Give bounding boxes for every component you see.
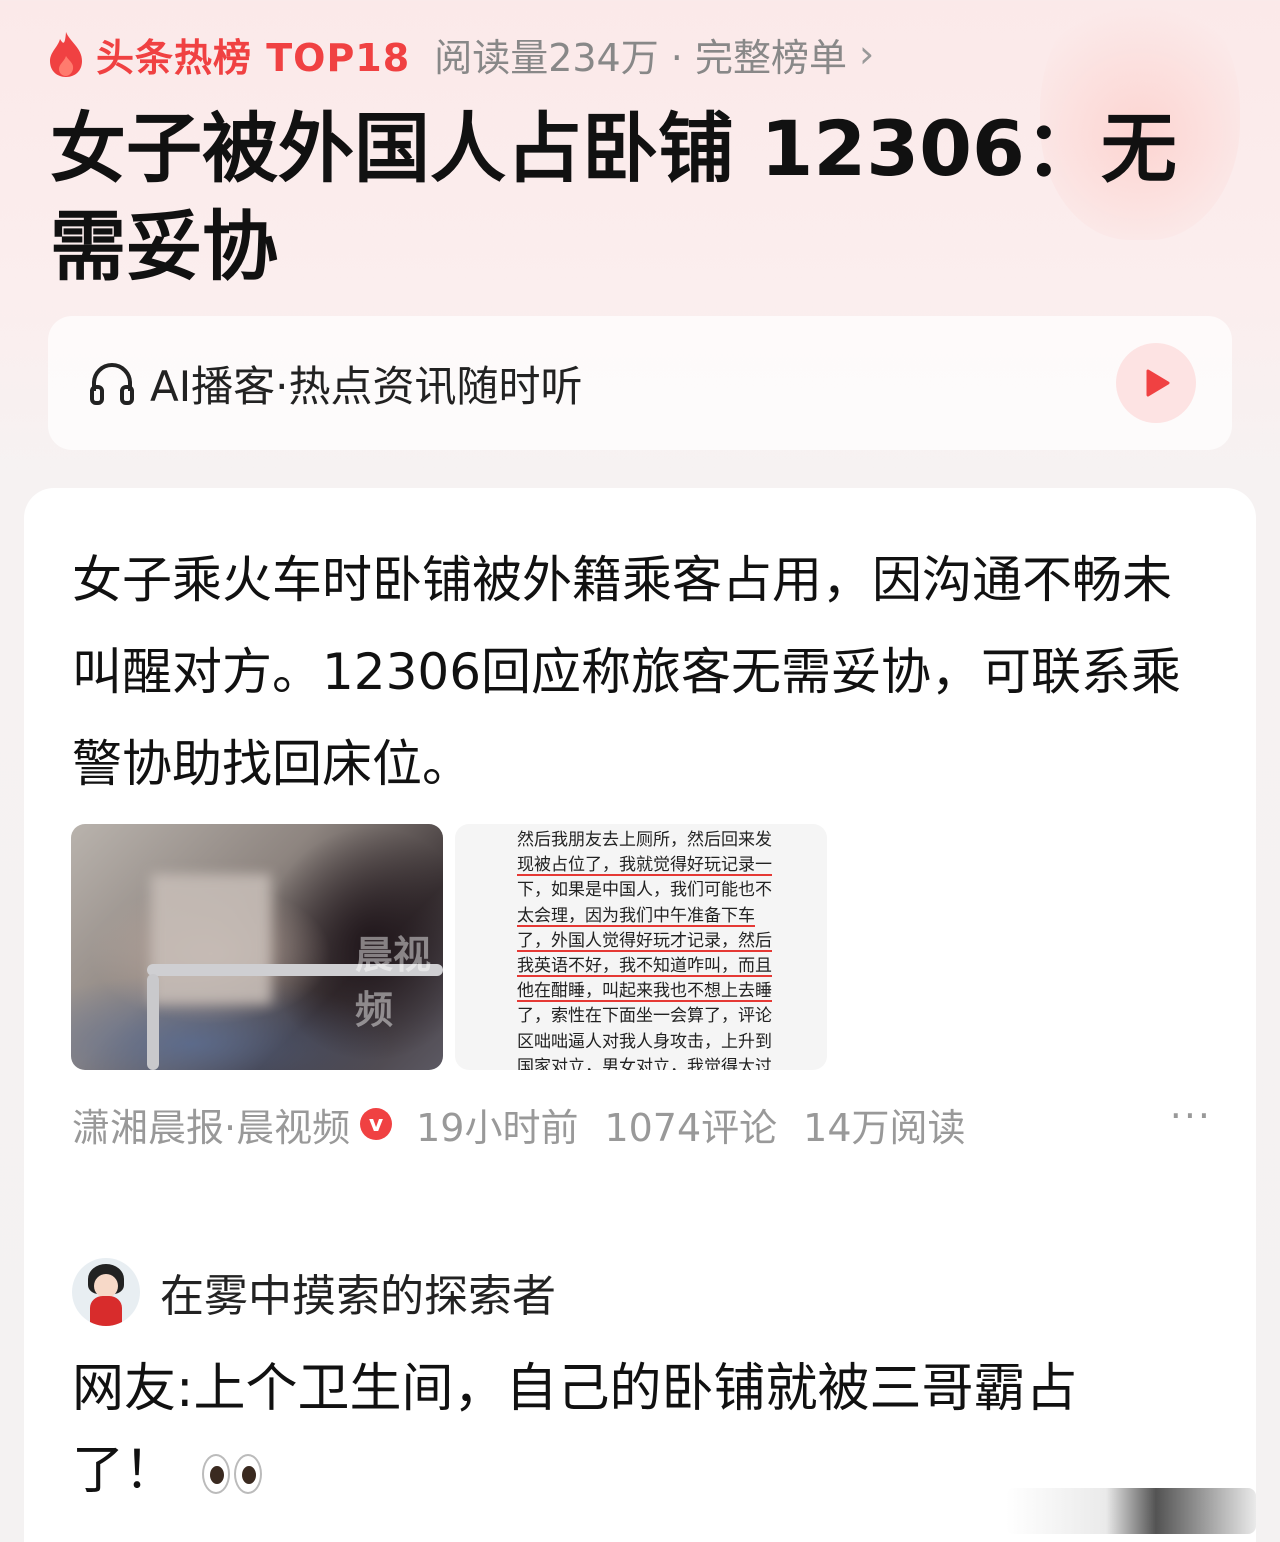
screenshot-text-line: 了，外国人觉得好玩才记录，然后 [517, 930, 772, 951]
screenshot-text-line: 他在酣睡，叫起来我也不想上去睡 [517, 981, 772, 1002]
source-name[interactable]: 潇湘晨报·晨视频 [72, 1097, 350, 1152]
screenshot-text-line: 区咄咄逼人对我人身攻击，上升到 [517, 1031, 772, 1052]
screenshot-text-line: 我英语不好，我不知道咋叫，而且 [517, 956, 772, 977]
page-title: 女子被外国人占卧铺 12306：无需妥协 [50, 104, 1177, 291]
blurred-face [151, 874, 271, 1004]
photo-watermark: 晨视频 [355, 933, 432, 1032]
screenshot-text-line: 了，索性在下面坐一会算了，评论 [517, 1006, 772, 1027]
publish-time: 19小时前 [416, 1105, 579, 1150]
image-gallery: 晨视频 然后我朋友去上厕所，然后回来发 现被占位了，我就觉得好玩记录一 下，如果是中… [71, 824, 827, 1070]
more-options-icon[interactable]: ··· [1170, 1094, 1212, 1138]
avatar[interactable] [72, 1258, 140, 1326]
verified-badge-icon: v [360, 1108, 393, 1140]
screenshot-text-line: 现被占位了，我就觉得好玩记录一 [517, 855, 772, 876]
news-card[interactable]: 女子乘火车时卧铺被外籍乘客占用，因沟通不畅未叫醒对方。12306回应称旅客无需妥… [24, 488, 1256, 1542]
podcast-label: AI播客·热点资讯随时听 [150, 361, 583, 411]
watermark [1006, 1488, 1256, 1534]
play-button[interactable] [1116, 343, 1196, 423]
article-meta: 潇湘晨报·晨视频 v 19小时前 1074评论 14万阅读 ··· [72, 1094, 1212, 1154]
ai-podcast-card[interactable]: AI播客·热点资讯随时听 [48, 316, 1232, 450]
bunk-rail-post [147, 974, 159, 1070]
read-count: 14万阅读 [803, 1105, 966, 1150]
screenshot-text-line: 国家对立，男女对立，我觉得太过 [517, 1056, 772, 1070]
screenshot-text-line: 下，如果是中国人，我们可能也不 [517, 880, 772, 901]
article-summary[interactable]: 女子乘火车时卧铺被外籍乘客占用，因沟通不畅未叫醒对方。12306回应称旅客无需妥… [72, 534, 1212, 810]
hot-list-label[interactable]: 头条热榜 TOP18 [96, 27, 410, 82]
play-icon [1146, 369, 1170, 397]
chat-screenshot-thumbnail[interactable]: 然后我朋友去上厕所，然后回来发 现被占位了，我就觉得好玩记录一 下，如果是中国人，我… [455, 824, 827, 1070]
headphones-icon [90, 363, 134, 405]
hot-list-meta[interactable]: 阅读量234万 · 完整榜单 [434, 27, 847, 82]
eyes-emoji-icon [202, 1454, 263, 1494]
flame-icon [50, 32, 82, 77]
train-photo-thumbnail[interactable]: 晨视频 [71, 824, 443, 1070]
comment-text[interactable]: 网友:上个卫生间，自己的卧铺就被三哥霸占了！ [72, 1348, 1172, 1512]
username[interactable]: 在雾中摸索的探索者 [160, 1260, 556, 1324]
screenshot-text-line: 太会理，因为我们中午准备下车 [517, 905, 755, 926]
comment-author[interactable]: 在雾中摸索的探索者 [72, 1258, 556, 1326]
hot-list-header[interactable]: 头条热榜 TOP18 阅读量234万 · 完整榜单 › [46, 26, 874, 82]
chevron-right-icon[interactable]: › [859, 32, 874, 76]
comment-count[interactable]: 1074评论 [604, 1097, 777, 1152]
screenshot-text-line: 然后我朋友去上厕所，然后回来发 [517, 830, 772, 850]
